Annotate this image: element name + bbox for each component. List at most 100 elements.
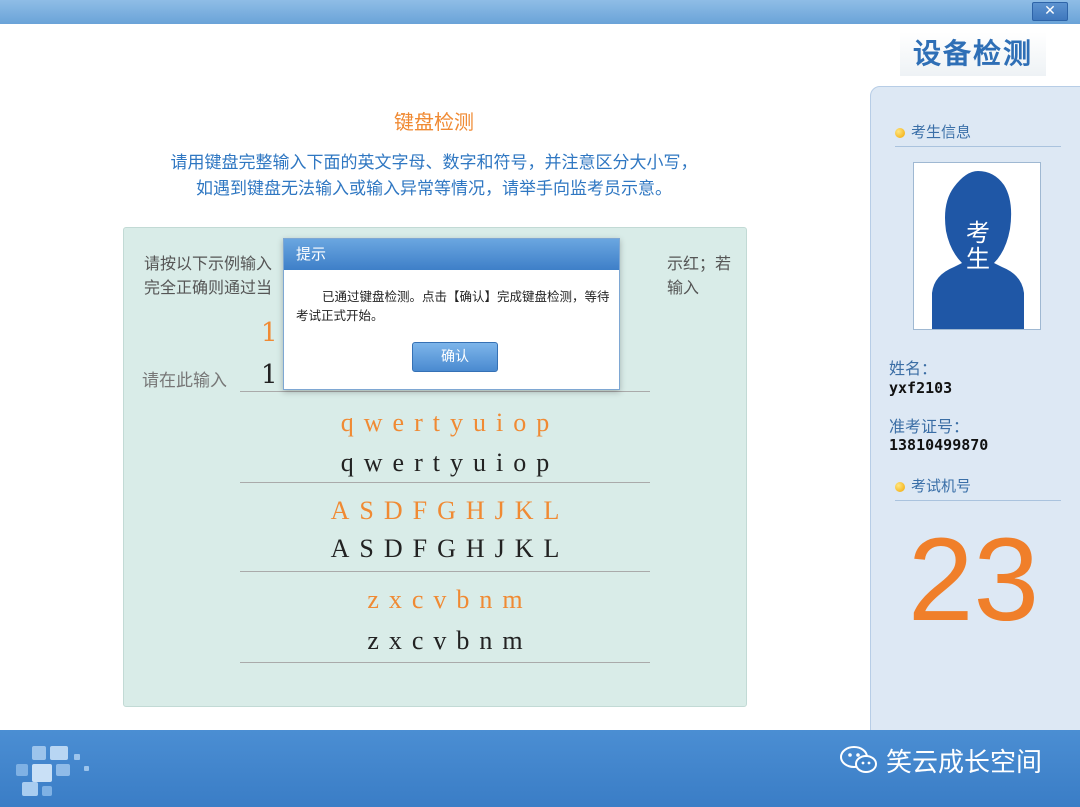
sidebar: 设备检测 考生信息 考 生 姓名： yxf2103 准考证号： 13810499…	[868, 24, 1080, 734]
panel-text-line2-start: 完全正确则通过当	[144, 278, 273, 297]
input-underline	[240, 391, 650, 392]
photo-char-2: 生	[966, 245, 990, 273]
sample-char: n	[479, 585, 493, 614]
sample-char: S	[359, 496, 374, 525]
candidate-photo: 考 生	[913, 162, 1041, 330]
row-2-underline	[240, 571, 650, 572]
typed-char: m	[502, 626, 523, 655]
sample-char: i	[496, 408, 504, 437]
instruction-line-2: 如遇到键盘无法输入或输入异常等情况，请举手向监考员示意。	[196, 179, 672, 199]
typed-char: A	[330, 534, 350, 563]
input-row-2[interactable]: A S D F G H J K L	[240, 534, 650, 564]
panel-text-line1-end: 示红；若输入	[667, 254, 732, 297]
sample-char: r	[414, 408, 423, 437]
typed-char: u	[473, 448, 486, 477]
typed-char: F	[412, 534, 428, 563]
person-silhouette-icon: 考 生	[914, 163, 1040, 329]
prompt-dialog: 提示 已通过键盘检测。点击【确认】完成键盘检测，等待考试正式开始。 确认	[283, 238, 620, 390]
sample-char: e	[392, 408, 405, 437]
sample-row-1: q w e r t y u i o p	[240, 408, 650, 438]
sample-char: x	[388, 585, 402, 614]
sample-row-3: z x c v b n m	[240, 585, 650, 615]
row-1-underline	[240, 482, 650, 483]
sample-char: z	[367, 585, 379, 614]
sample-char: b	[456, 585, 470, 614]
name-value: yxf2103	[889, 379, 953, 397]
typed-char: w	[363, 448, 383, 477]
window-titlebar: ✕	[0, 0, 1080, 24]
admission-id-value: 13810499870	[889, 436, 989, 454]
typed-char: o	[513, 448, 527, 477]
typed-char: v	[433, 626, 447, 655]
machine-number-heading: 考试机号	[895, 475, 1061, 501]
sample-char: D	[383, 496, 403, 525]
typed-char: e	[392, 448, 405, 477]
typed-char: H	[465, 534, 485, 563]
sample-row-2: A S D F G H J K L	[240, 496, 650, 526]
confirm-button[interactable]: 确认	[412, 342, 498, 372]
typed-char: i	[496, 448, 504, 477]
typed-char: y	[450, 448, 463, 477]
sidebar-title: 设备检测	[900, 32, 1046, 76]
input-number-row[interactable]: 1	[261, 360, 278, 390]
input-row-1[interactable]: q w e r t y u i o p	[240, 448, 650, 478]
typed-char: r	[414, 448, 423, 477]
tiles-logo-icon	[16, 746, 89, 796]
sample-char: w	[363, 408, 383, 437]
typed-char: z	[367, 626, 379, 655]
photo-char-1: 考	[966, 219, 990, 247]
sample-char: q	[340, 408, 354, 437]
typed-char: J	[494, 534, 505, 563]
typed-char: K	[514, 534, 534, 563]
sample-char: m	[502, 585, 523, 614]
sample-char: J	[494, 496, 505, 525]
bulb-icon	[895, 482, 905, 492]
input-row-3[interactable]: z x c v b n m	[240, 626, 650, 656]
name-label: 姓名：	[889, 359, 938, 378]
typed-char: G	[437, 534, 456, 563]
instruction-line-1: 请用键盘完整输入下面的英文字母、数字和符号，并注意区分大小写，	[170, 153, 698, 173]
footer-bar: 笑云成长空间	[0, 730, 1080, 807]
footer-watermark: 笑云成长空间	[839, 742, 1042, 779]
typed-char: c	[411, 626, 424, 655]
sample-char: c	[411, 585, 424, 614]
sample-char: L	[543, 496, 560, 525]
footer-watermark-text: 笑云成长空间	[885, 748, 1042, 778]
machine-number-heading-label: 考试机号	[911, 477, 972, 495]
row-3-underline	[240, 662, 650, 663]
typed-char: D	[383, 534, 403, 563]
sample-char: F	[412, 496, 428, 525]
sample-char: y	[450, 408, 463, 437]
bulb-icon	[895, 128, 905, 138]
sample-char: A	[330, 496, 350, 525]
admission-id-label: 准考证号：	[889, 417, 970, 436]
sample-char: G	[437, 496, 456, 525]
candidate-card: 考生信息 考 生 姓名： yxf2103 准考证号： 13810499870 考…	[870, 86, 1080, 734]
typed-char: b	[456, 626, 470, 655]
typed-char: S	[359, 534, 374, 563]
machine-number: 23	[907, 514, 1040, 646]
sample-number-row: 1	[261, 318, 278, 348]
dialog-title: 提示	[284, 239, 619, 270]
sample-char: o	[513, 408, 527, 437]
sample-char: v	[433, 585, 447, 614]
wechat-icon	[839, 746, 877, 773]
sample-char: u	[473, 408, 486, 437]
candidate-info-heading-label: 考生信息	[911, 123, 972, 141]
typed-char: t	[432, 448, 440, 477]
typed-char: L	[543, 534, 560, 563]
input-label: 请在此输入	[142, 371, 227, 391]
dialog-message: 已通过键盘检测。点击【确认】完成键盘检测，等待考试正式开始。	[296, 289, 610, 323]
typed-char: p	[536, 448, 550, 477]
panel-text-line1-start: 请按以下示例输入	[144, 254, 273, 273]
sample-char: p	[536, 408, 550, 437]
sample-char: K	[514, 496, 534, 525]
sample-char: t	[432, 408, 440, 437]
typed-char: q	[340, 448, 354, 477]
sample-char: H	[465, 496, 485, 525]
close-button[interactable]: ✕	[1032, 2, 1068, 21]
typed-char: n	[479, 626, 493, 655]
typed-char: x	[388, 626, 402, 655]
candidate-info-heading: 考生信息	[895, 121, 1061, 147]
page-title: 键盘检测	[394, 110, 474, 134]
